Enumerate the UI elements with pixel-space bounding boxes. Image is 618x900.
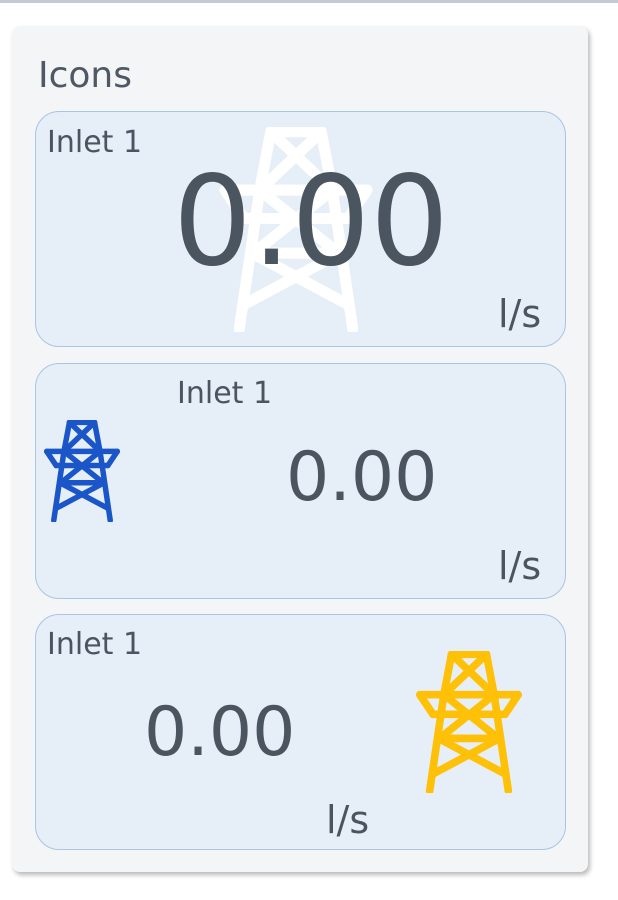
card-label: Inlet 1	[47, 627, 143, 662]
inlet-card-large[interactable]: Inlet 1 0.00 l/s	[35, 111, 566, 347]
tower-strokes	[43, 420, 121, 522]
card-value: 0.00	[286, 438, 438, 517]
tower-strokes	[416, 651, 522, 793]
icons-panel: Icons Inlet 1 0.00 l/s Inlet 1 0.00 l/s …	[12, 26, 588, 872]
inlet-card-icon-right[interactable]: Inlet 1 0.00 l/s	[35, 614, 566, 850]
card-value: 0.00	[144, 693, 296, 772]
card-value: 0.00	[172, 150, 450, 294]
inlet-card-icon-left[interactable]: Inlet 1 0.00 l/s	[35, 363, 566, 599]
card-unit: l/s	[498, 292, 542, 336]
card-unit: l/s	[326, 798, 370, 842]
card-unit: l/s	[498, 544, 542, 588]
card-label: Inlet 1	[177, 376, 273, 411]
transmission-tower-icon	[38, 420, 126, 522]
transmission-tower-icon	[408, 651, 530, 793]
transmission-tower-svg	[43, 420, 121, 522]
top-border	[0, 0, 618, 3]
panel-title: Icons	[38, 55, 133, 96]
card-label: Inlet 1	[47, 125, 143, 160]
transmission-tower-svg	[416, 651, 522, 793]
